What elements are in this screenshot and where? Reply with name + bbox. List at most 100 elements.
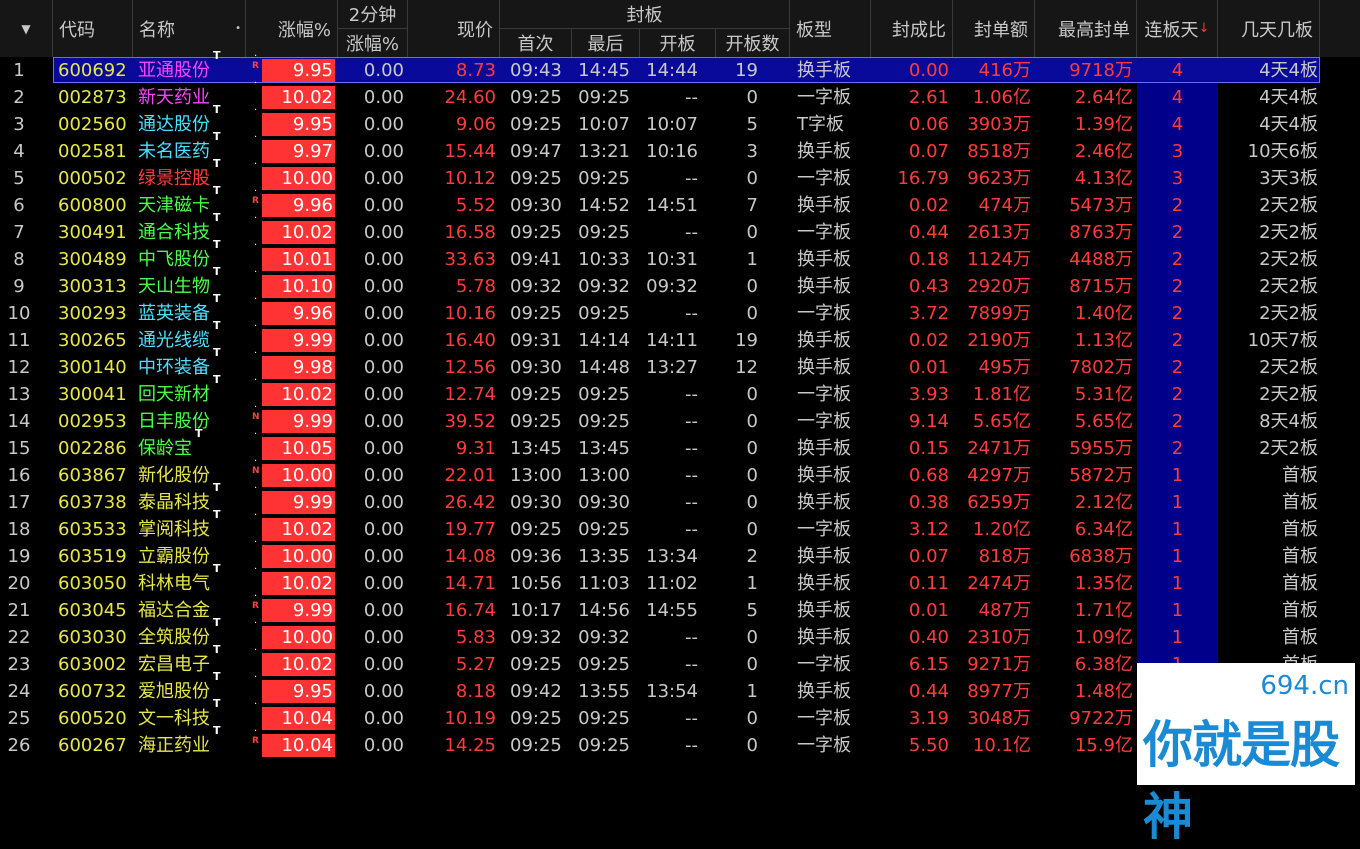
cell-last: 09:25 (578, 735, 630, 756)
change-pct-badge: 10.04 (262, 707, 335, 730)
cell-seal-amount: 2310万 (967, 627, 1031, 648)
table-row[interactable]: 12 300140 中环装备 T 0.00 12.56 09:30 14:48 13:27 12 换… (0, 346, 1360, 381)
table-row[interactable]: 14 002953 日丰股份 0.00 39.52 09:25 09:25 -- 0 一字板 9.1… (0, 402, 1360, 435)
header-open-count[interactable]: 开板数 (716, 28, 790, 57)
table-row[interactable]: 6 600800 天津磁卡 T 0.00 5.52 09:30 14:52 14:51 7 换手板 0… (0, 184, 1360, 219)
cell-seal-amount: 7899万 (967, 303, 1031, 324)
cell-code: 002560 (58, 114, 127, 135)
cell-open: -- (685, 411, 698, 432)
cell-max-seal: 5872万 (1069, 465, 1133, 486)
change-pct-badge: 10.02 (262, 221, 335, 244)
header-code[interactable]: 代码 (53, 0, 133, 57)
cell-first: 09:31 (510, 330, 562, 351)
watermark: 694.cn 你就是股神 (1137, 663, 1355, 846)
cell-open-count: 1 (746, 681, 758, 702)
cell-name: 掌阅科技 (138, 519, 210, 540)
table-row[interactable]: 15 002286 保龄宝 T 0.00 9.31 13:45 13:45 -- 0 换手板 0.15… (0, 427, 1360, 462)
cell-board-type: 换手板 (797, 60, 851, 81)
status-flag-icon: R (252, 736, 259, 746)
table-row[interactable]: 7 300491 通合科技 T 0.00 16.58 09:25 09:25 -- 0 一字板 0.4… (0, 211, 1360, 246)
cell-last: 13:45 (578, 438, 630, 459)
cell-seal-ratio: 3.12 (908, 519, 949, 540)
header-open[interactable]: 开板 (640, 28, 716, 57)
cell-price: 8.18 (455, 681, 496, 702)
table-row[interactable]: 17 603738 泰晶科技 T 0.00 26.42 09:30 09:30 -- 0 换手板 0.… (0, 481, 1360, 516)
header-two-min-top[interactable]: 2分钟 (338, 0, 408, 28)
change-pct-badge: 9.95 (262, 59, 335, 82)
cell-max-seal: 1.71亿 (1074, 600, 1133, 621)
cell-last: 11:03 (578, 573, 630, 594)
header-seal-amount[interactable]: 封单额 (953, 0, 1035, 57)
cell-max-seal: 6.38亿 (1074, 654, 1133, 675)
cell-price: 16.40 (444, 330, 496, 351)
cell-seal-ratio: 0.15 (908, 438, 949, 459)
cell-no: 16 (7, 465, 31, 486)
header-consecutive-days[interactable]: 连板天 ↓ (1137, 0, 1218, 57)
table-row[interactable]: 4 002581 未名医药 T 0.00 15.44 09:47 13:21 10:16 3 换手板… (0, 130, 1360, 165)
margin-trading-t-icon: T (195, 427, 203, 440)
cell-open: -- (685, 168, 698, 189)
cell-days: 3天3板 (1259, 168, 1318, 189)
change-pct-badge: 9.96 (262, 302, 335, 325)
cell-price: 33.63 (444, 249, 496, 270)
cell-consec: 1 (1171, 546, 1184, 567)
margin-trading-t-icon: T (213, 265, 221, 278)
table-row[interactable]: 21 603045 福达合金 0.00 16.74 10:17 14:56 14:55 5 换手板… (0, 591, 1360, 624)
header-first[interactable]: 首次 (500, 28, 572, 57)
table-row[interactable]: 11 300265 通光线缆 T 0.00 16.40 09:31 14:14 14:11 19 换… (0, 319, 1360, 354)
table-row[interactable]: 13 300041 回天新材 T 0.00 12.74 09:25 09:25 -- 0 一字板 3.… (0, 373, 1360, 408)
cell-two-min: 0.00 (363, 384, 404, 405)
cell-board-type: 换手板 (797, 546, 851, 567)
table-row[interactable]: 10 300293 蓝英装备 T 0.00 10.16 09:25 09:25 -- 0 一字板 3.… (0, 292, 1360, 327)
row-dot-icon: · (254, 510, 258, 521)
table-row[interactable]: 5 000502 绿景控股 T 0.00 10.12 09:25 09:25 -- 0 一字板 16.… (0, 157, 1360, 192)
header-board-type[interactable]: 板型 (790, 0, 871, 57)
table-row[interactable]: 9 300313 天山生物 T 0.00 5.78 09:32 09:32 09:32 0 换手板 0… (0, 265, 1360, 300)
cell-two-min: 0.00 (363, 330, 404, 351)
cell-first: 09:30 (510, 195, 562, 216)
header-two-min-bottom[interactable]: 涨幅% (338, 28, 408, 57)
header-name[interactable]: 名称 • (133, 0, 246, 57)
header-days-boards[interactable]: 几天几板 (1218, 0, 1320, 57)
cell-two-min: 0.00 (363, 681, 404, 702)
margin-trading-t-icon: T (213, 643, 221, 656)
cell-days: 首板 (1282, 465, 1318, 486)
cell-max-seal: 8715万 (1069, 276, 1133, 297)
header-max-seal[interactable]: 最高封单 (1035, 0, 1137, 57)
cell-open: 10:31 (646, 249, 698, 270)
table-row[interactable]: 1 600692 亚通股份 T 0.00 8.73 09:43 14:45 14:44 19 换手板… (0, 49, 1360, 84)
row-dot-icon: · (254, 132, 258, 143)
header-seal-ratio[interactable]: 封成比 (871, 0, 953, 57)
cell-days: 2天2板 (1259, 438, 1318, 459)
header-last[interactable]: 最后 (572, 28, 640, 57)
cell-seal-amount: 487万 (978, 600, 1031, 621)
header-price[interactable]: 现价 (408, 0, 500, 57)
table-row[interactable]: 20 603050 科林电气 T 0.00 14.71 10:56 11:03 11:02 1 换手… (0, 562, 1360, 597)
cell-first: 09:32 (510, 627, 562, 648)
menu-button[interactable]: ▼ (0, 0, 53, 57)
header-change-pct[interactable]: 涨幅% (246, 0, 338, 57)
table-row[interactable]: 3 002560 通达股份 T 0.00 9.06 09:25 10:07 10:07 5 T字板 0… (0, 103, 1360, 138)
cell-max-seal: 2.64亿 (1074, 87, 1133, 108)
table-row[interactable]: 2 002873 新天药业 0.00 24.60 09:25 09:25 -- 0 一字板 2.61… (0, 78, 1360, 111)
status-flag-icon: R (252, 196, 259, 206)
cell-price: 14.08 (444, 546, 496, 567)
cell-max-seal: 15.9亿 (1074, 735, 1133, 756)
cell-price: 39.52 (444, 411, 496, 432)
row-dot-icon: · (254, 699, 258, 710)
change-pct-badge: 9.99 (262, 599, 335, 622)
table-row[interactable]: 19 603519 立霸股份 0.00 14.08 09:36 13:35 13:34 2 换手板… (0, 537, 1360, 570)
cell-seal-amount: 3903万 (967, 114, 1031, 135)
cell-days: 首板 (1282, 600, 1318, 621)
table-row[interactable]: 22 603030 全筑股份 T 0.00 5.83 09:32 09:32 -- 0 换手板 0.4… (0, 616, 1360, 651)
cell-seal-ratio: 0.18 (908, 249, 949, 270)
cell-seal-ratio: 0.02 (908, 195, 949, 216)
change-pct-badge: 9.99 (262, 329, 335, 352)
table-row[interactable]: 18 603533 掌阅科技 T 0.00 19.77 09:25 09:25 -- 0 一字板 3.… (0, 508, 1360, 543)
cell-open: -- (685, 654, 698, 675)
cell-open-count: 0 (746, 276, 758, 297)
cell-two-min: 0.00 (363, 708, 404, 729)
status-flag-icon: R (252, 601, 259, 611)
table-row[interactable]: 16 603867 新化股份 0.00 22.01 13:00 13:00 -- 0 换手板 0.6… (0, 456, 1360, 489)
table-row[interactable]: 8 300489 中飞股份 T 0.00 33.63 09:41 10:33 10:31 1 换手板… (0, 238, 1360, 273)
